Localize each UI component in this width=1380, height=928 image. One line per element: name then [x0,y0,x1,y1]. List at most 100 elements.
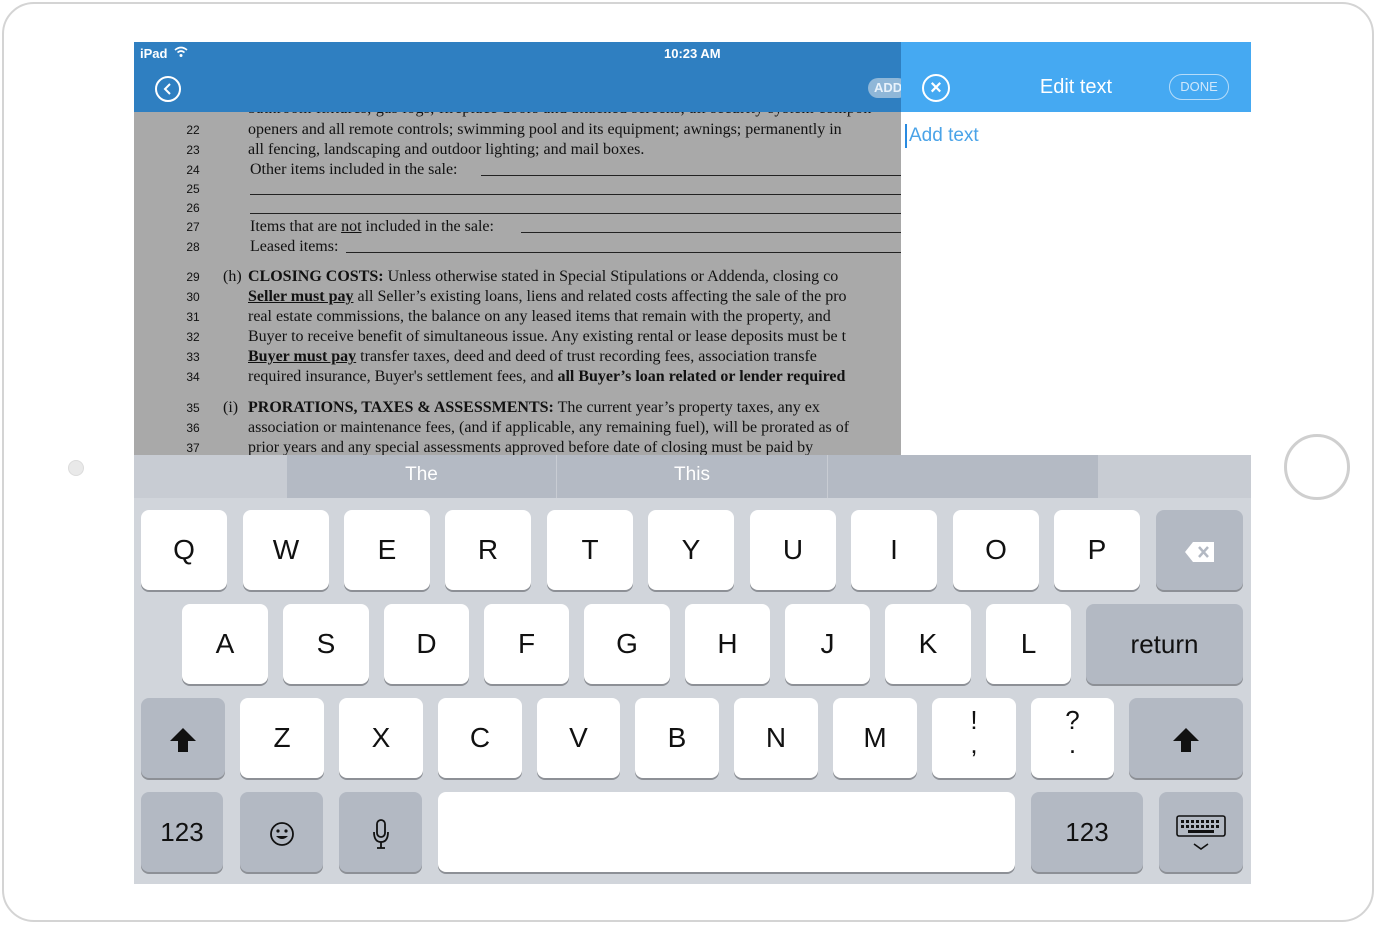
add-text-input[interactable] [905,122,1239,150]
key-d[interactable]: D [384,604,469,684]
dictation-key[interactable] [339,792,422,872]
key-l[interactable]: L [986,604,1071,684]
dismiss-keyboard-icon [1176,814,1226,850]
doc-line: 27 Items that are not included in the sa… [134,218,901,238]
key-h[interactable]: H [685,604,770,684]
microphone-icon [372,818,389,849]
doc-line: 37 prior years and any special assessmen… [134,439,901,455]
close-icon[interactable]: × [922,74,950,102]
numbers-key-left[interactable]: 123 [141,792,223,872]
key-t[interactable]: T [547,510,633,590]
back-icon[interactable] [155,76,181,102]
emoji-key[interactable] [240,792,323,872]
key-question-period[interactable]: ? . [1031,698,1114,778]
line-text: required insurance, Buyer's settlement f… [248,368,846,385]
key-k[interactable]: K [885,604,971,684]
line-number: 22 [186,123,200,137]
shift-icon [170,727,196,752]
status-bar: iPad 10:23 AM [134,42,901,64]
key-bottom-char: . [1068,729,1077,759]
key-n[interactable]: N [734,698,818,778]
key-b[interactable]: B [635,698,719,778]
line-number: 30 [186,290,200,304]
suggestion-item[interactable]: The [287,455,556,498]
key-s[interactable]: S [283,604,369,684]
line-text: PRORATIONS, TAXES & ASSESSMENTS: The cur… [248,399,820,416]
line-number: 31 [186,310,200,324]
key-o[interactable]: O [953,510,1039,590]
space-key[interactable] [438,792,1015,872]
wifi-icon [174,46,188,57]
line-number: 28 [186,240,200,254]
blank-line [250,213,901,214]
key-u[interactable]: U [750,510,836,590]
suggestion-bar: The This [134,455,1251,498]
key-r[interactable]: R [445,510,531,590]
doc-line: 28 Leased items: [134,238,901,258]
doc-line: 29 (h) CLOSING COSTS: Unless otherwise s… [134,268,901,288]
doc-line: 33 Buyer must pay transfer taxes, deed a… [134,348,901,368]
suggestion-item[interactable]: This [557,455,827,498]
line-text: Buyer must pay transfer taxes, deed and … [248,348,817,365]
doc-line: 31 real estate commissions, the balance … [134,308,901,328]
key-v[interactable]: V [537,698,620,778]
emoji-icon [269,821,294,846]
carrier-label: iPad [140,46,168,61]
backspace-icon [1184,541,1214,562]
doc-line: 24 Other items included in the sale: [134,161,901,181]
key-j[interactable]: J [785,604,870,684]
key-g[interactable]: G [584,604,670,684]
key-p[interactable]: P [1054,510,1140,590]
screen: iPad 10:23 AM ADD bathroom fixtures, gas… [134,42,1251,884]
onscreen-keyboard: The This Q W E R T Y U I O P A S D F G H… [134,455,1251,884]
suggestion-item[interactable] [828,455,1098,498]
doc-line: 22 openers and all remote controls; swim… [134,121,901,141]
numbers-key-right[interactable]: 123 [1031,792,1143,872]
line-text: openers and all remote controls; swimmin… [248,121,842,138]
done-button[interactable]: DONE [1169,74,1229,100]
line-number: 37 [186,441,200,455]
line-text: association or maintenance fees, (and if… [248,419,850,436]
line-text: Items that are not included in the sale: [250,218,494,235]
key-m[interactable]: M [833,698,917,778]
blank-line [481,175,901,176]
line-number: 25 [186,182,200,196]
edit-text-header: × Edit text DONE [901,42,1251,112]
key-c[interactable]: C [438,698,522,778]
key-y[interactable]: Y [648,510,734,590]
front-camera [68,460,84,476]
backspace-key[interactable] [1156,510,1243,590]
line-number: 27 [186,220,200,234]
line-text: Leased items: [250,238,339,255]
key-bottom-char: , [970,729,978,759]
line-text: CLOSING COSTS: Unless otherwise stated i… [248,268,839,285]
shift-key-right[interactable] [1129,698,1243,778]
key-a[interactable]: A [182,604,268,684]
line-text: prior years and any special assessments … [248,439,814,455]
line-number: 34 [186,370,200,384]
blank-line [521,232,901,233]
line-number: 35 [186,401,200,415]
shift-key-left[interactable] [141,698,225,778]
key-e[interactable]: E [344,510,430,590]
key-z[interactable]: Z [240,698,324,778]
doc-line: 34 required insurance, Buyer's settlemen… [134,368,901,388]
line-text: real estate commissions, the balance on … [248,308,831,325]
key-x[interactable]: X [339,698,423,778]
key-exclamation-comma[interactable]: ! , [932,698,1016,778]
line-number: 32 [186,330,200,344]
edit-panel-title: Edit text [1039,76,1113,98]
key-i[interactable]: I [851,510,937,590]
return-key[interactable]: return [1086,604,1243,684]
line-number: 36 [186,421,200,435]
line-text: Other items included in the sale: [250,161,458,178]
doc-line-partial: bathroom fixtures, gas logs, fireplace d… [134,112,901,120]
dismiss-keyboard-key[interactable] [1159,792,1243,872]
key-f[interactable]: F [484,604,569,684]
key-q[interactable]: Q [141,510,227,590]
blank-line [346,252,901,253]
key-w[interactable]: W [243,510,329,590]
section-marker: (h) [223,268,242,285]
home-button[interactable] [1284,434,1350,500]
status-time: 10:23 AM [664,46,721,61]
